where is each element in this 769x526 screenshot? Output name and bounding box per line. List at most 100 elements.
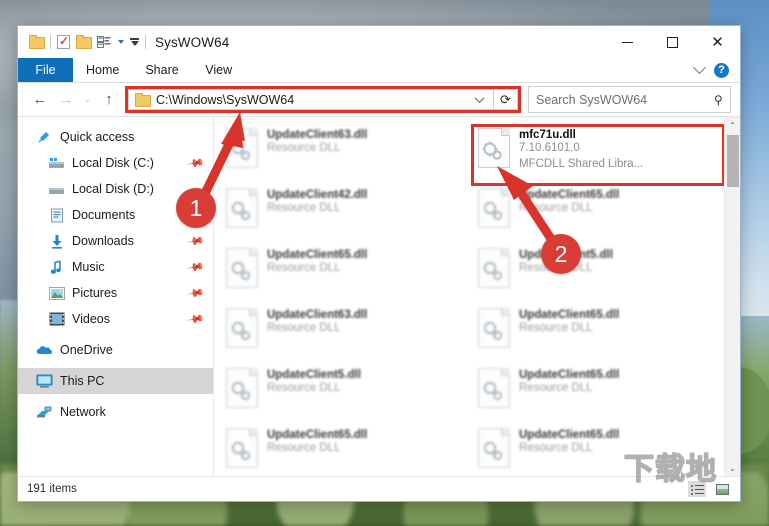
properties-icon[interactable]: [57, 34, 70, 49]
file-detail-line-1: Resource DLL: [267, 382, 341, 394]
file-detail-line-1: Resource DLL: [267, 142, 341, 154]
file-item[interactable]: UpdateClient65.dll Resource DLL: [472, 365, 724, 425]
file-name: UpdateClient63.dll: [267, 129, 368, 141]
minimize-button[interactable]: [605, 26, 650, 58]
sidebar-item-label: Network: [60, 405, 106, 419]
tab-file[interactable]: File: [18, 58, 73, 82]
documents-icon: [48, 207, 65, 223]
search-icon[interactable]: ⚲: [714, 93, 723, 107]
navigation-pane: Quick access Local Disk (C:) 📌 Local Dis…: [18, 117, 214, 476]
sidebar-item-label: Downloads: [72, 234, 134, 248]
sidebar-item-label: Music: [72, 260, 105, 274]
recent-locations-button[interactable]: ⌄: [79, 87, 96, 113]
file-item[interactable]: UpdateClient42.dll Resource DLL: [220, 185, 472, 245]
file-name: UpdateClient42.dll: [267, 189, 368, 201]
music-note-icon: [48, 259, 65, 275]
ribbon-tab-bar: File Home Share View ?: [18, 58, 740, 83]
back-button[interactable]: ←: [27, 87, 53, 113]
file-item[interactable]: UpdateClient5.dllResource DLL: [220, 365, 472, 425]
sidebar-item-this-pc[interactable]: This PC: [18, 368, 213, 394]
pin-icon[interactable]: 📌: [187, 284, 206, 303]
pin-icon[interactable]: 📌: [187, 310, 206, 329]
toolbar-separator-2: [145, 35, 146, 49]
sidebar-item-pictures[interactable]: Pictures 📌: [18, 280, 213, 306]
pin-icon[interactable]: 📌: [187, 258, 206, 277]
file-item[interactable]: UpdateClient65.dll Resource DLL: [472, 185, 724, 245]
file-item[interactable]: UpdateClient65.dll Resource DLL: [220, 425, 472, 476]
up-button[interactable]: ↑: [96, 87, 122, 113]
dll-magnifier-icon: [478, 308, 510, 348]
pictures-icon: [48, 285, 65, 301]
file-list-scrollbar[interactable]: ⌃ ⌄: [724, 117, 740, 476]
tab-home[interactable]: Home: [73, 58, 132, 82]
explorer-body: Quick access Local Disk (C:) 📌 Local Dis…: [18, 116, 740, 476]
file-name: UpdateClient65.dll: [267, 249, 368, 261]
file-item[interactable]: UpdateClient63.dll Resource DLL: [220, 305, 472, 365]
sidebar-item-label: Pictures: [72, 286, 118, 300]
dll-magnifier-icon: [226, 368, 258, 408]
file-item[interactable]: UpdateClient65.dll Resource DLL: [472, 305, 724, 365]
scroll-up-button[interactable]: ⌃: [725, 117, 741, 133]
sidebar-item-local-disk-c[interactable]: Local Disk (C:) 📌: [18, 150, 213, 176]
quick-access-toolbar: [18, 34, 146, 49]
pin-icon[interactable]: 📌: [187, 232, 206, 251]
sidebar-item-label: Quick access: [60, 130, 135, 144]
file-name: UpdateClient65.dll: [267, 429, 368, 441]
pin-icon[interactable]: 📌: [187, 154, 206, 173]
file-item[interactable]: UpdateClient5.dllResource DLL: [472, 245, 724, 305]
expand-ribbon-chevron-down-icon[interactable]: [693, 60, 706, 74]
tab-view[interactable]: View: [192, 58, 246, 82]
help-button[interactable]: ?: [714, 62, 729, 78]
address-bar[interactable]: C:\Windows\SysWOW64: [128, 89, 493, 110]
sidebar-item-downloads[interactable]: Downloads 📌: [18, 228, 213, 254]
file-detail-line-1: Resource DLL: [519, 382, 593, 394]
sidebar-item-label: Videos: [72, 312, 110, 326]
address-text: C:\Windows\SysWOW64: [156, 92, 295, 107]
tab-share[interactable]: Share: [132, 58, 191, 82]
sidebar-item-network[interactable]: Network: [18, 399, 213, 425]
file-item[interactable]: UpdateClient65.dll Resource DLL: [220, 245, 472, 305]
window-controls: ✕: [605, 26, 740, 58]
dll-magnifier-icon: [226, 428, 258, 468]
file-item-selected[interactable]: mfc71u.dll 7.10.6101.0 MFCDLL Shared Libra…: [471, 124, 724, 186]
sidebar-item-quick-access[interactable]: Quick access: [18, 124, 213, 150]
customize-toolbar-icon[interactable]: [97, 35, 112, 49]
refresh-button[interactable]: ⟳: [493, 89, 518, 110]
dll-magnifier-icon: [478, 368, 510, 408]
file-name: UpdateClient65.dll: [519, 309, 620, 321]
maximize-button[interactable]: [650, 26, 695, 58]
chevron-down-icon[interactable]: [118, 40, 124, 44]
scrollbar-thumb[interactable]: [726, 135, 739, 187]
annotation-badge-2: 2: [541, 234, 581, 274]
file-item[interactable]: UpdateClient63.dll Resource DLL: [220, 125, 472, 185]
sidebar-item-label: OneDrive: [60, 343, 113, 357]
onedrive-cloud-icon: [36, 342, 53, 358]
file-meta: UpdateClient65.dll Resource DLL: [519, 308, 619, 337]
videos-film-icon: [48, 311, 65, 327]
star-pin-icon: [36, 129, 53, 145]
file-meta: UpdateClient63.dll Resource DLL: [267, 128, 367, 157]
address-bar-highlight: C:\Windows\SysWOW64 ⟳: [125, 86, 521, 113]
dll-magnifier-icon: [478, 188, 510, 228]
dll-magnifier-icon: [226, 188, 258, 228]
disk-drive-icon: [48, 155, 65, 171]
folder-icon[interactable]: [29, 35, 45, 49]
new-folder-icon[interactable]: [76, 35, 92, 49]
file-name: UpdateClient5.dll: [267, 369, 361, 381]
desktop-wallpaper: SysWOW64 ✕ File Home Share View ? ← → ⌄ …: [0, 0, 769, 526]
dll-magnifier-icon: [478, 248, 510, 288]
sidebar-item-music[interactable]: Music 📌: [18, 254, 213, 280]
file-meta: UpdateClient65.dll Resource DLL: [519, 368, 619, 397]
search-box[interactable]: Search SysWOW64 ⚲: [528, 86, 731, 113]
file-meta: mfc71u.dll 7.10.6101.0 MFCDLL Shared Libra…: [519, 128, 643, 172]
close-button[interactable]: ✕: [695, 26, 740, 58]
sidebar-item-onedrive[interactable]: OneDrive: [18, 337, 213, 363]
sidebar-item-videos[interactable]: Videos 📌: [18, 306, 213, 332]
more-options-icon[interactable]: [130, 38, 139, 46]
file-meta: UpdateClient65.dll Resource DLL: [519, 188, 619, 217]
address-chevron-down-icon[interactable]: [474, 93, 485, 104]
item-count-label: 191 items: [27, 483, 77, 495]
forward-button[interactable]: →: [53, 87, 79, 113]
address-toolbar: ← → ⌄ ↑ C:\Windows\SysWOW64 ⟳ Search Sys…: [18, 83, 740, 116]
downloads-arrow-icon: [48, 233, 65, 249]
